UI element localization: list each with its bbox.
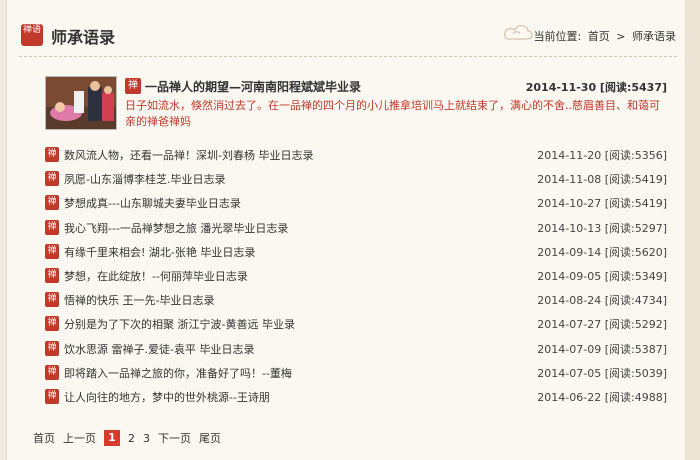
prev-page-link[interactable]: 上一页 bbox=[63, 430, 96, 446]
zen-icon: 禅 bbox=[45, 147, 59, 162]
article-date-views: 2014-11-20 [阅读:5356] bbox=[537, 149, 667, 162]
article-date-views: 2014-06-22 [阅读:4988] bbox=[537, 390, 667, 404]
article-title-link[interactable]: 数风流人物，还看一品禅！深圳-刘春杨 毕业日志录 bbox=[64, 147, 313, 163]
header-divider bbox=[19, 56, 677, 57]
featured-title-link[interactable]: 一品禅人的期望—河南南阳程斌斌毕业录 bbox=[145, 78, 361, 95]
breadcrumb-home-link[interactable]: 首页 bbox=[588, 30, 610, 43]
featured-date-views: 2014-11-30 [阅读:5437] bbox=[525, 81, 667, 94]
cloud-ornament-icon bbox=[503, 24, 533, 40]
article-title-link[interactable]: 梦想，在此绽放！--何丽萍毕业日志录 bbox=[64, 268, 248, 284]
list-item: 禅饮水思源 雷禅子.爱徒-袁平 毕业日志录 2014-07-09 [阅读:5387… bbox=[45, 338, 667, 362]
article-date-views: 2014-09-14 [阅读:5620] bbox=[537, 245, 667, 259]
list-item: 禅有缘千里来相会! 湖北-张艳 毕业日志录 2014-09-14 [阅读:5620… bbox=[45, 241, 667, 265]
featured-thumbnail[interactable] bbox=[45, 76, 117, 130]
article-title-link[interactable]: 有缘千里来相会! 湖北-张艳 毕业日志录 bbox=[64, 244, 255, 260]
zen-icon: 禅 bbox=[45, 292, 59, 308]
page-edge-shadow bbox=[686, 0, 700, 460]
zen-icon: 禅 bbox=[45, 388, 59, 404]
breadcrumb-current[interactable]: 师承语录 bbox=[632, 30, 676, 43]
last-page-link[interactable]: 尾页 bbox=[199, 430, 221, 446]
article-date-views: 2014-07-27 [阅读:5292] bbox=[537, 318, 667, 332]
page-link-2[interactable]: 2 bbox=[128, 432, 135, 445]
list-item: 禅让人向往的地方，梦中的世外桃源--王诗朋 2014-06-22 [阅读:4988… bbox=[45, 386, 667, 410]
current-page: 1 bbox=[104, 430, 120, 446]
article-date-views: 2014-09-05 [阅读:5349] bbox=[537, 269, 667, 283]
pagination: 首页 上一页 1 2 3 下一页 尾页 bbox=[33, 430, 221, 446]
article-date-views: 2014-08-24 [阅读:4734] bbox=[537, 294, 667, 308]
article-date-views: 2014-11-08 [阅读:5419] bbox=[537, 173, 667, 187]
breadcrumb-separator: > bbox=[616, 30, 626, 43]
page-title: 师承语录 bbox=[51, 28, 116, 47]
zen-icon: 禅 bbox=[45, 316, 59, 332]
zen-icon: 禅 bbox=[45, 195, 59, 211]
zen-icon: 禅 bbox=[45, 171, 59, 187]
first-page-link[interactable]: 首页 bbox=[33, 430, 55, 446]
list-item: 禅数风流人物，还看一品禅！深圳-刘春杨 毕业日志录 2014-11-20 [阅读:… bbox=[45, 144, 667, 168]
article-date-views: 2014-07-09 [阅读:5387] bbox=[537, 342, 667, 356]
list-item: 禅梦想成真---山东聊城夫妻毕业日志录 2014-10-27 [阅读:5419] bbox=[45, 192, 667, 216]
zen-icon: 禅 bbox=[45, 267, 59, 283]
section-logo-icon: 禅语 bbox=[21, 24, 43, 46]
list-item: 禅夙愿-山东淄博李桂芝.毕业日志录 2014-11-08 [阅读:5419] bbox=[45, 168, 667, 192]
zen-icon: 禅 bbox=[45, 243, 59, 259]
zen-icon: 禅 bbox=[45, 340, 59, 356]
article-date-views: 2014-07-05 [阅读:5039] bbox=[537, 366, 667, 380]
article-title-link[interactable]: 让人向往的地方，梦中的世外桃源--王诗朋 bbox=[64, 389, 270, 405]
featured-summary: 日子如流水，倏然消过去了。在一品禅的四个月的小儿推拿培训马上就结束了，满心的不舍… bbox=[125, 99, 660, 128]
list-item: 禅悟禅的快乐 王一先-毕业日志录 2014-08-24 [阅读:4734] bbox=[45, 289, 667, 313]
next-page-link[interactable]: 下一页 bbox=[158, 430, 191, 446]
list-item: 禅分别是为了下次的相聚 浙江宁波-黄善远 毕业录 2014-07-27 [阅读:5… bbox=[45, 313, 667, 337]
featured-article: 禅 一品禅人的期望—河南南阳程斌斌毕业录 2014-11-30 [阅读:5437… bbox=[45, 76, 667, 136]
breadcrumb: 当前位置: 首页 > 师承语录 bbox=[534, 28, 679, 44]
content-panel: 禅语 师承语录 当前位置: 首页 > 师承语录 禅 一品禅人的期望—河南南阳程斌… bbox=[6, 0, 686, 460]
article-list: 禅数风流人物，还看一品禅！深圳-刘春杨 毕业日志录 2014-11-20 [阅读:… bbox=[45, 144, 667, 410]
article-title-link[interactable]: 我心飞翔---一品禅梦想之旅 潘光翠毕业日志录 bbox=[64, 220, 288, 236]
article-title-link[interactable]: 悟禅的快乐 王一先-毕业日志录 bbox=[64, 292, 214, 308]
article-title-link[interactable]: 夙愿-山东淄博李桂芝.毕业日志录 bbox=[64, 171, 225, 187]
article-date-views: 2014-10-13 [阅读:5297] bbox=[537, 221, 667, 235]
page-link-3[interactable]: 3 bbox=[143, 432, 150, 445]
breadcrumb-label: 当前位置: bbox=[533, 30, 582, 43]
article-title-link[interactable]: 饮水思源 雷禅子.爱徒-袁平 毕业日志录 bbox=[64, 341, 254, 357]
list-item: 禅我心飞翔---一品禅梦想之旅 潘光翠毕业日志录 2014-10-13 [阅读:5… bbox=[45, 217, 667, 241]
zen-icon: 禅 bbox=[45, 364, 59, 380]
section-header: 禅语 师承语录 当前位置: 首页 > 师承语录 bbox=[19, 16, 679, 54]
article-title-link[interactable]: 即将踏入一品禅之旅的你，准备好了吗！--董梅 bbox=[64, 365, 292, 381]
article-title-link[interactable]: 梦想成真---山东聊城夫妻毕业日志录 bbox=[64, 195, 241, 211]
list-item: 禅即将踏入一品禅之旅的你，准备好了吗！--董梅 2014-07-05 [阅读:50… bbox=[45, 362, 667, 386]
list-item: 禅梦想，在此绽放！--何丽萍毕业日志录 2014-09-05 [阅读:5349] bbox=[45, 265, 667, 289]
zen-icon: 禅 bbox=[45, 219, 59, 235]
article-title-link[interactable]: 分别是为了下次的相聚 浙江宁波-黄善远 毕业录 bbox=[64, 316, 295, 332]
article-date-views: 2014-10-27 [阅读:5419] bbox=[537, 197, 667, 211]
featured-zen-icon: 禅 bbox=[125, 78, 141, 94]
